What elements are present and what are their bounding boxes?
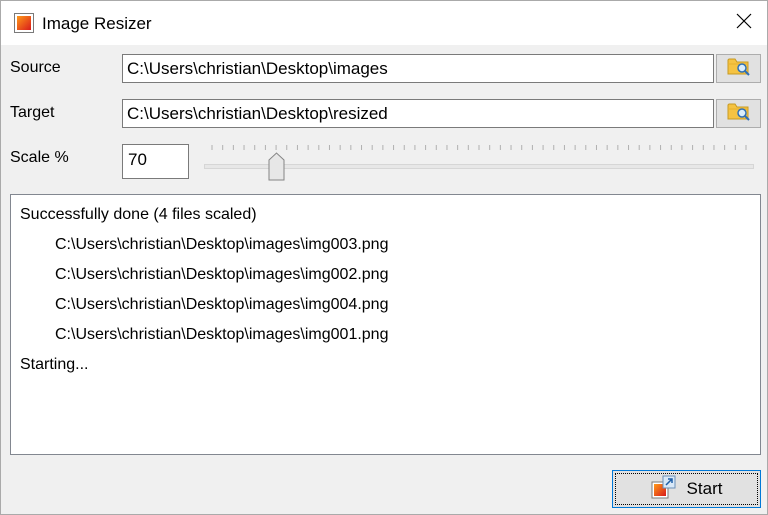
title-bar: Image Resizer xyxy=(1,1,767,45)
image-resizer-window: Image Resizer Source C:\Users\christian\… xyxy=(0,0,768,515)
source-label: Source xyxy=(10,59,61,76)
start-button-label: Start xyxy=(686,479,723,498)
scale-input[interactable]: 70 xyxy=(122,144,189,179)
log-output[interactable]: Successfully done (4 files scaled) C:\Us… xyxy=(10,194,761,455)
source-browse-button[interactable] xyxy=(716,54,761,83)
log-file-item: C:\Users\christian\Desktop\images\img004… xyxy=(55,296,389,313)
close-button[interactable] xyxy=(721,1,767,45)
target-label: Target xyxy=(10,104,55,121)
folder-search-icon xyxy=(727,56,751,81)
image-resizer-app-icon xyxy=(14,13,34,33)
folder-search-icon xyxy=(727,101,751,126)
log-start-message: Starting... xyxy=(20,356,89,373)
start-button[interactable]: Start xyxy=(612,470,761,508)
source-path-input[interactable]: C:\Users\christian\Desktop\images xyxy=(122,54,714,83)
scale-label: Scale % xyxy=(10,149,69,166)
log-file-item: C:\Users\christian\Desktop\images\img002… xyxy=(55,266,389,283)
log-summary: Successfully done (4 files scaled) xyxy=(20,206,257,223)
window-title: Image Resizer xyxy=(42,14,152,33)
target-path-input[interactable]: C:\Users\christian\Desktop\resized xyxy=(122,99,714,128)
close-icon xyxy=(736,13,752,34)
scale-slider[interactable] xyxy=(204,141,754,183)
slider-track xyxy=(204,164,754,169)
resize-image-icon xyxy=(651,475,677,504)
log-file-item: C:\Users\christian\Desktop\images\img001… xyxy=(55,326,389,343)
slider-ticks xyxy=(211,145,747,150)
slider-thumb[interactable] xyxy=(268,152,285,181)
target-browse-button[interactable] xyxy=(716,99,761,128)
log-file-item: C:\Users\christian\Desktop\images\img003… xyxy=(55,236,389,253)
